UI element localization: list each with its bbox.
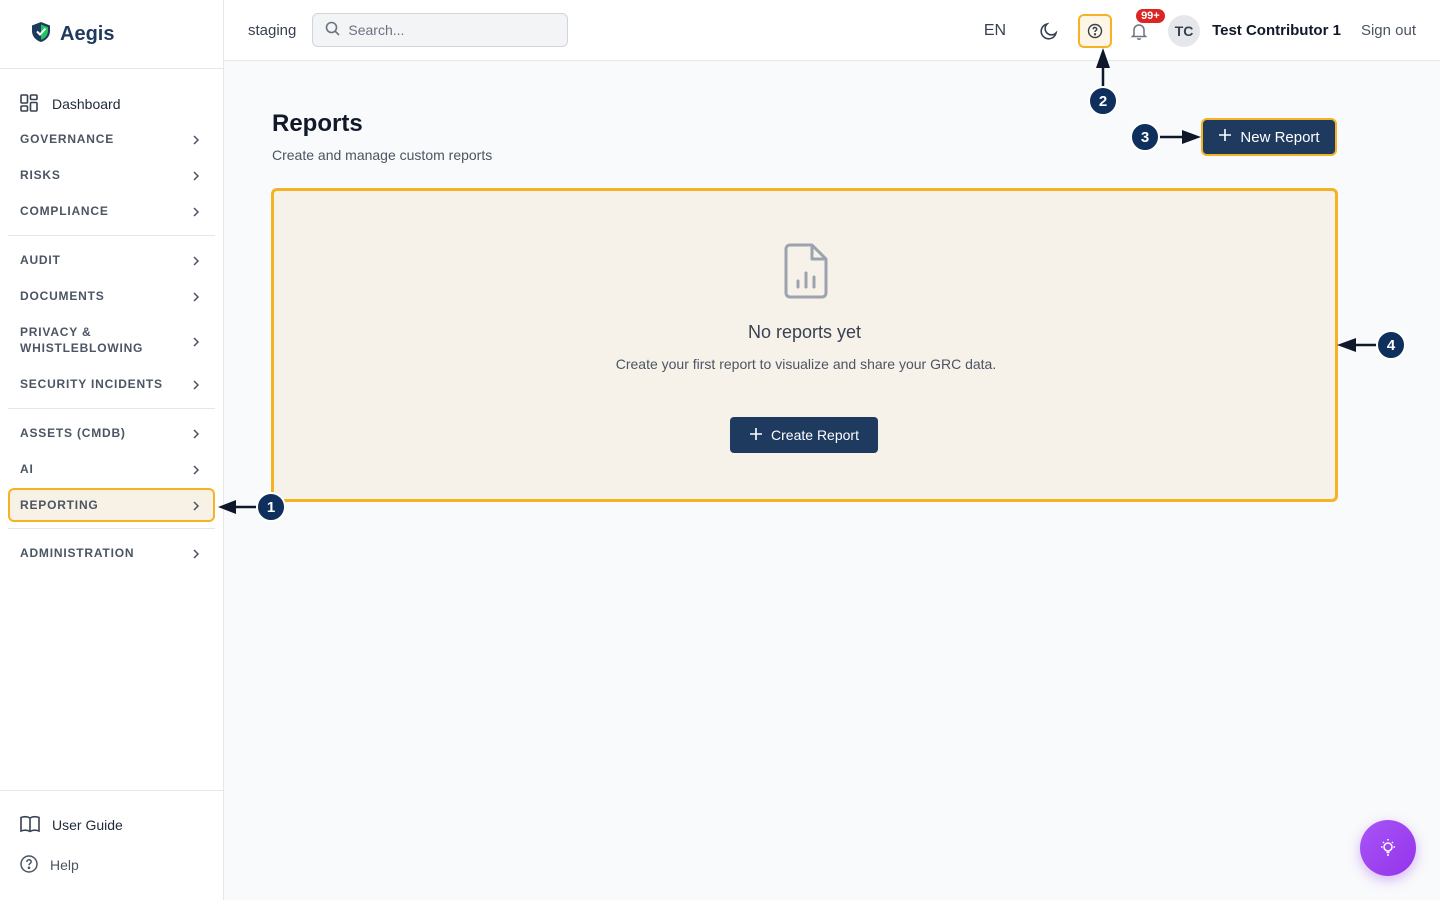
callout-arrows xyxy=(218,48,1378,514)
lightbulb-icon xyxy=(1381,839,1395,856)
callout-marker-1: 1 xyxy=(256,492,286,522)
assistant-button[interactable] xyxy=(1360,820,1416,876)
callout-marker-3: 3 xyxy=(1130,122,1160,152)
callout-marker-2: 2 xyxy=(1088,86,1118,116)
callout-marker-4: 4 xyxy=(1376,330,1406,360)
